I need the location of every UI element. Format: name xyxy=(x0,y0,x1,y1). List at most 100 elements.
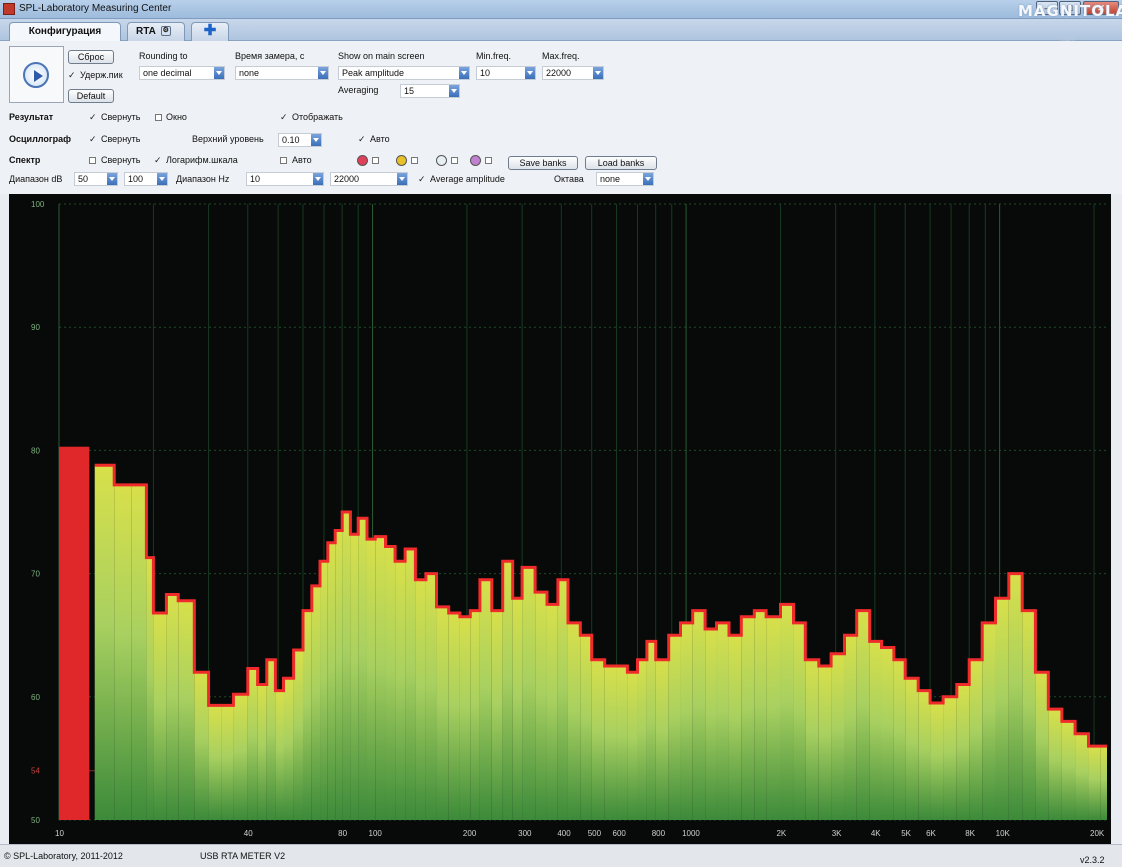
hz-max-select[interactable]: 22000 xyxy=(330,172,408,186)
result-collapse-label: Свернуть xyxy=(101,112,141,122)
spectrum-bar xyxy=(350,534,359,820)
min-freq-select[interactable]: 10 xyxy=(476,66,536,80)
spectrum-bar xyxy=(114,484,132,820)
db-min-select[interactable]: 50 xyxy=(74,172,118,186)
spectrum-bar xyxy=(448,613,460,820)
bank-3-checkbox[interactable] xyxy=(451,157,458,164)
bank-2-checkbox[interactable] xyxy=(411,157,418,164)
spectrum-bar xyxy=(1075,733,1089,820)
x-tick-label: 600 xyxy=(613,829,627,838)
spectrum-bar xyxy=(918,690,931,820)
db-min-value: 50 xyxy=(78,174,89,184)
add-tab-button[interactable]: ✚ xyxy=(191,22,229,41)
spectrum-chart-svg: 50 54 60 70 80 90 100 10 40 80 100 200 300 400 500 600 8… xyxy=(31,200,1107,838)
spectrum-bar xyxy=(257,684,267,820)
show-main-select[interactable]: Peak amplitude xyxy=(338,66,470,80)
y-tick-label: 50 xyxy=(31,816,40,825)
spectrum-bar xyxy=(604,666,617,820)
spectrum-bar xyxy=(535,592,547,820)
chevron-down-icon xyxy=(311,134,321,146)
osc-auto-checkbox[interactable]: ✓ xyxy=(358,134,368,144)
device-name: USB RTA METER V2 xyxy=(200,851,286,861)
rounding-label: Rounding to xyxy=(139,51,188,61)
averaging-select[interactable]: 15 xyxy=(400,84,460,98)
hold-peak-checkbox[interactable]: ✓ xyxy=(68,70,78,80)
load-banks-button[interactable]: Load banks xyxy=(585,156,657,170)
default-button[interactable]: Default xyxy=(68,89,114,103)
spectrum-bar xyxy=(616,666,628,820)
spectrum-bar xyxy=(327,542,336,820)
y-tick-label: 70 xyxy=(31,570,40,579)
chevron-down-icon xyxy=(107,173,117,185)
save-banks-button[interactable]: Save banks xyxy=(508,156,578,170)
bank-4-color[interactable] xyxy=(470,155,481,166)
spectrum-bar xyxy=(856,610,870,820)
bank-1-color[interactable] xyxy=(357,155,368,166)
spectrum-bar xyxy=(705,629,717,820)
version-text: v2.3.2 xyxy=(1080,855,1105,865)
spectrum-bar xyxy=(805,659,819,820)
reset-button[interactable]: Сброс xyxy=(68,50,114,64)
spectrum-bar xyxy=(1048,709,1062,820)
x-tick-label: 200 xyxy=(463,829,477,838)
spectrum-bar xyxy=(995,598,1009,820)
spectrum-bar xyxy=(692,610,706,820)
spectrum-bar xyxy=(233,694,248,820)
result-collapse-checkbox[interactable]: ✓ xyxy=(89,112,99,122)
spectrum-bar xyxy=(491,610,503,820)
spectrum-collapse-checkbox[interactable] xyxy=(89,157,96,164)
x-tick-label: 800 xyxy=(652,829,666,838)
play-icon[interactable] xyxy=(23,62,49,88)
osc-collapse-label: Свернуть xyxy=(101,134,141,144)
tab-configuration[interactable]: Конфигурация xyxy=(9,22,121,41)
plus-icon: ✚ xyxy=(203,22,217,39)
spectrum-bar xyxy=(1008,573,1023,820)
copyright-text: © SPL-Laboratory, 2011-2012 xyxy=(4,851,123,861)
spectrum-bar xyxy=(728,635,742,820)
spectrum-bar xyxy=(956,684,970,820)
osc-top-level-select[interactable]: 0.10 xyxy=(278,133,322,147)
spectrum-log-checkbox[interactable]: ✓ xyxy=(154,155,164,165)
osc-collapse-checkbox[interactable]: ✓ xyxy=(89,134,99,144)
x-tick-label: 80 xyxy=(338,829,347,838)
spectrum-bar xyxy=(982,622,996,820)
bank-1-checkbox[interactable] xyxy=(372,157,379,164)
tab-rta[interactable]: RTA ⚙ xyxy=(127,22,185,41)
spectrum-bar xyxy=(94,465,115,820)
hz-min-select[interactable]: 10 xyxy=(246,172,324,186)
db-max-select[interactable]: 100 xyxy=(124,172,168,186)
chevron-down-icon xyxy=(643,173,653,185)
spectrum-bar xyxy=(646,641,656,820)
spectrum-bar xyxy=(680,622,693,820)
spectrum-bar xyxy=(741,616,755,820)
spectrum-bar xyxy=(627,672,638,820)
result-window-checkbox[interactable] xyxy=(155,114,162,121)
octave-select[interactable]: none xyxy=(596,172,654,186)
spectrum-bar xyxy=(153,613,167,820)
rounding-select[interactable]: one decimal xyxy=(139,66,225,80)
config-panel: Сброс ✓ Удерж.пик Default Rounding to on… xyxy=(0,41,1122,194)
app-icon xyxy=(3,3,15,15)
spectrum-bar xyxy=(844,635,857,820)
result-display-checkbox[interactable]: ✓ xyxy=(280,112,290,122)
spectrum-auto-checkbox[interactable] xyxy=(280,157,287,164)
measure-time-select[interactable]: none xyxy=(235,66,329,80)
db-range-label: Диапазон dB xyxy=(9,174,63,184)
x-tick-label: 300 xyxy=(518,829,532,838)
spectrum-bar xyxy=(131,484,147,820)
spectrum-bar xyxy=(905,678,919,820)
watermark-logo: MAGNITOLA xyxy=(1018,2,1122,20)
bank-2-color[interactable] xyxy=(396,155,407,166)
tab-configuration-label: Конфигурация xyxy=(28,26,102,37)
bank-4-checkbox[interactable] xyxy=(485,157,492,164)
spectrum-bar xyxy=(567,622,581,820)
spectrum-bar xyxy=(893,659,906,820)
spectrum-bar xyxy=(1035,672,1049,820)
tab-settings-icon[interactable]: ⚙ xyxy=(160,26,171,37)
rounding-value: one decimal xyxy=(143,68,192,78)
spectrum-bar xyxy=(766,616,781,820)
bank-3-color[interactable] xyxy=(436,155,447,166)
avg-amplitude-checkbox[interactable]: ✓ xyxy=(418,174,428,184)
max-freq-select[interactable]: 22000 xyxy=(542,66,604,80)
y-tick-label: 54 xyxy=(31,767,40,776)
